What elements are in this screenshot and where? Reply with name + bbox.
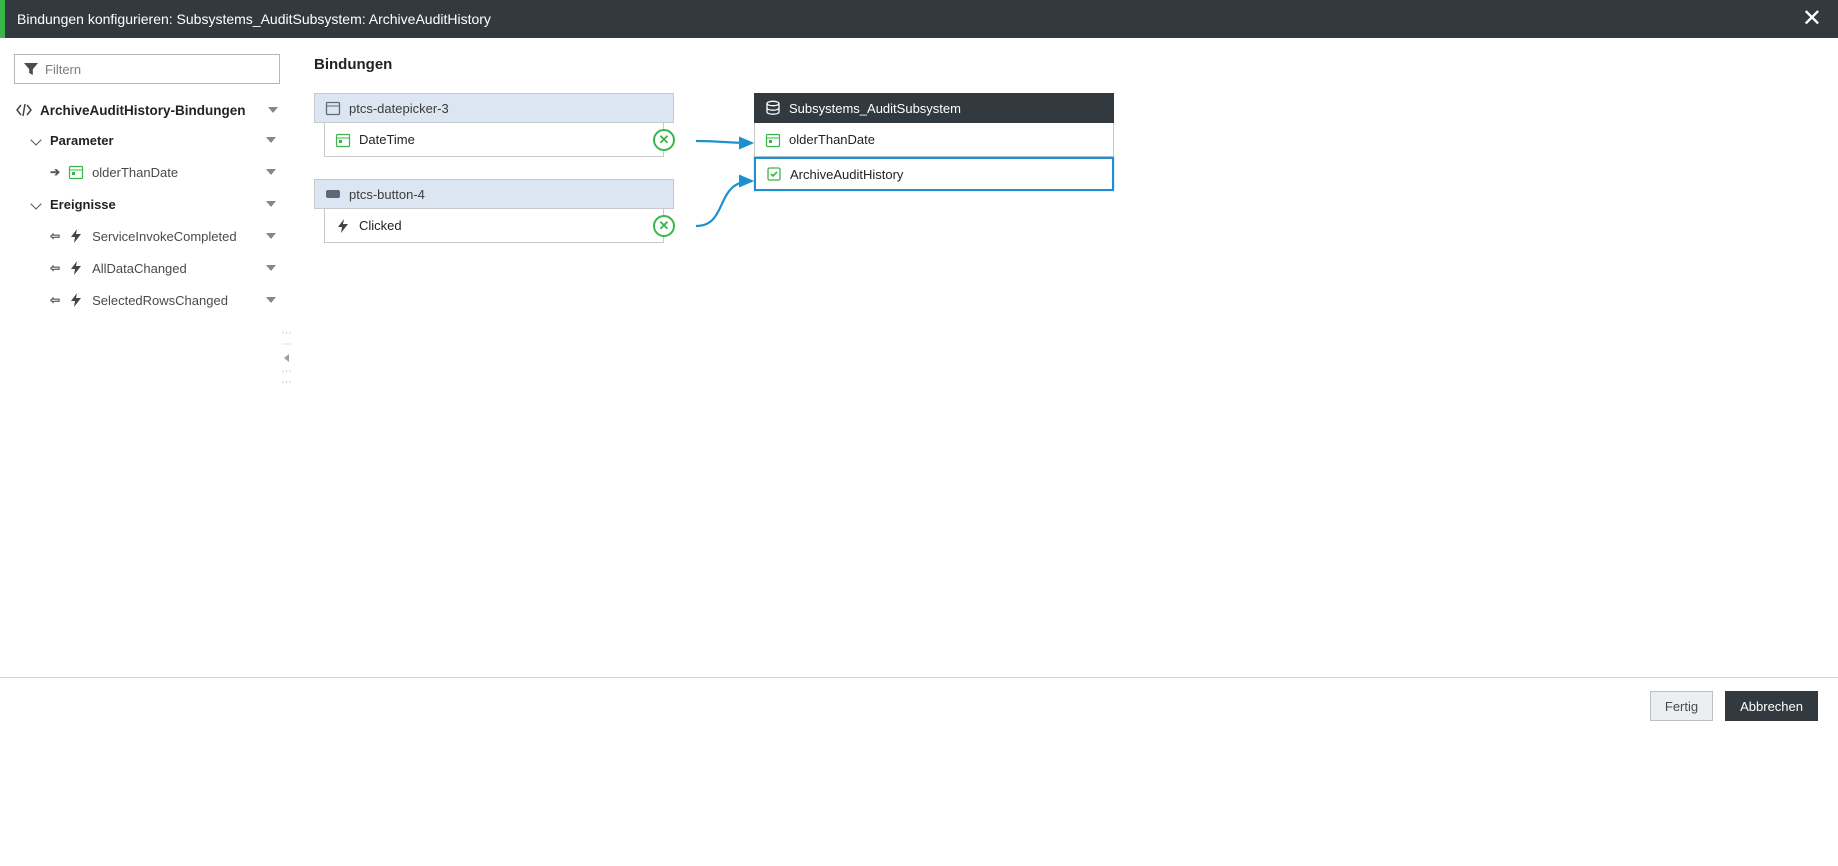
tree-leaf-label: SelectedRowsChanged (92, 293, 258, 308)
card-title: Subsystems_AuditSubsystem (789, 101, 1103, 116)
caret-down-icon[interactable] (266, 265, 276, 271)
tree-root[interactable]: ArchiveAuditHistory-Bindungen (14, 96, 280, 124)
dialog-header: Bindungen konfigurieren: Subsystems_Audi… (0, 0, 1838, 38)
card-header[interactable]: ptcs-datepicker-3 (314, 93, 674, 123)
sidebar: ArchiveAuditHistory-Bindungen Parameter … (0, 38, 290, 677)
caret-down-icon[interactable] (266, 233, 276, 239)
remove-binding-icon[interactable]: ✕ (653, 215, 675, 237)
caret-down-icon[interactable] (266, 137, 276, 143)
caret-down-icon[interactable] (268, 107, 278, 113)
arrow-left-icon: ⇦ (50, 293, 60, 307)
tree-group-label: Ereignisse (50, 197, 258, 212)
chevron-down-icon (30, 198, 41, 209)
canvas-heading: Bindungen (314, 56, 1814, 73)
calendar-icon (335, 132, 351, 148)
tree-leaf-serviceinvokecompleted[interactable]: ⇦ ServiceInvokeCompleted (14, 220, 280, 252)
done-button[interactable]: Fertig (1650, 691, 1713, 721)
source-card-datepicker[interactable]: ptcs-datepicker-3 DateTime ✕ (314, 93, 674, 157)
card-title: ptcs-datepicker-3 (349, 101, 663, 116)
sidebar-resize-handle[interactable]: ⋮⋮ ⋮⋮ (282, 38, 290, 677)
filter-input-wrapper[interactable] (14, 54, 280, 84)
row-label: olderThanDate (789, 132, 1103, 147)
tree-group-parameter[interactable]: Parameter (14, 124, 280, 156)
row-label: Clicked (359, 218, 653, 233)
tree-group-label: Parameter (50, 133, 258, 148)
caret-down-icon[interactable] (266, 297, 276, 303)
calendar-widget-icon (325, 100, 341, 116)
row-label: ArchiveAuditHistory (790, 167, 1102, 182)
chevron-down-icon (30, 134, 41, 145)
arrow-left-icon: ⇦ (50, 261, 60, 275)
tree-leaf-alldatachanged[interactable]: ⇦ AllDataChanged (14, 252, 280, 284)
card-row-clicked[interactable]: Clicked ✕ (324, 209, 664, 243)
filter-icon (23, 61, 39, 77)
card-header[interactable]: ptcs-button-4 (314, 179, 674, 209)
tree-leaf-label: AllDataChanged (92, 261, 258, 276)
card-row-datetime[interactable]: DateTime ✕ (324, 123, 664, 157)
tree-group-ereignisse[interactable]: Ereignisse (14, 188, 280, 220)
tree-leaf-olderthandate[interactable]: ➔ olderThanDate (14, 156, 280, 188)
collapse-left-icon (284, 354, 289, 362)
dialog-footer: Fertig Abbrechen (0, 678, 1838, 734)
bolt-icon (68, 260, 84, 276)
button-widget-icon (325, 186, 341, 202)
tree-leaf-label: olderThanDate (92, 165, 258, 180)
bolt-icon (68, 292, 84, 308)
bindings-stage: ptcs-datepicker-3 DateTime ✕ ptcs-button… (314, 93, 1814, 353)
service-icon (766, 166, 782, 182)
remove-binding-icon[interactable]: ✕ (653, 129, 675, 151)
card-header[interactable]: Subsystems_AuditSubsystem (754, 93, 1114, 123)
calendar-icon (68, 164, 84, 180)
arrow-left-icon: ⇦ (50, 229, 60, 243)
tree-leaf-label: ServiceInvokeCompleted (92, 229, 258, 244)
calendar-icon (765, 132, 781, 148)
card-row-archiveaudithistory[interactable]: ArchiveAuditHistory (754, 157, 1114, 191)
card-row-olderthandate[interactable]: olderThanDate (754, 123, 1114, 157)
tree-leaf-selectedrowschanged[interactable]: ⇦ SelectedRowsChanged (14, 284, 280, 316)
bolt-icon (68, 228, 84, 244)
main-area: ArchiveAuditHistory-Bindungen Parameter … (0, 38, 1838, 678)
dialog-title: Bindungen konfigurieren: Subsystems_Audi… (17, 11, 1798, 27)
target-card-subsystem[interactable]: Subsystems_AuditSubsystem olderThanDate … (754, 93, 1114, 191)
tree-root-label: ArchiveAuditHistory-Bindungen (40, 103, 260, 118)
database-icon (765, 100, 781, 116)
filter-input[interactable] (45, 62, 271, 77)
row-label: DateTime (359, 132, 653, 147)
card-title: ptcs-button-4 (349, 187, 663, 202)
caret-down-icon[interactable] (266, 201, 276, 207)
arrow-right-icon: ➔ (50, 165, 60, 179)
caret-down-icon[interactable] (266, 169, 276, 175)
bolt-icon (335, 218, 351, 234)
bindings-canvas: Bindungen ptcs-datepicker-3 (290, 38, 1838, 677)
close-icon[interactable]: ✕ (1798, 7, 1826, 31)
code-icon (16, 102, 32, 118)
cancel-button[interactable]: Abbrechen (1725, 691, 1818, 721)
source-card-button[interactable]: ptcs-button-4 Clicked ✕ (314, 179, 674, 243)
